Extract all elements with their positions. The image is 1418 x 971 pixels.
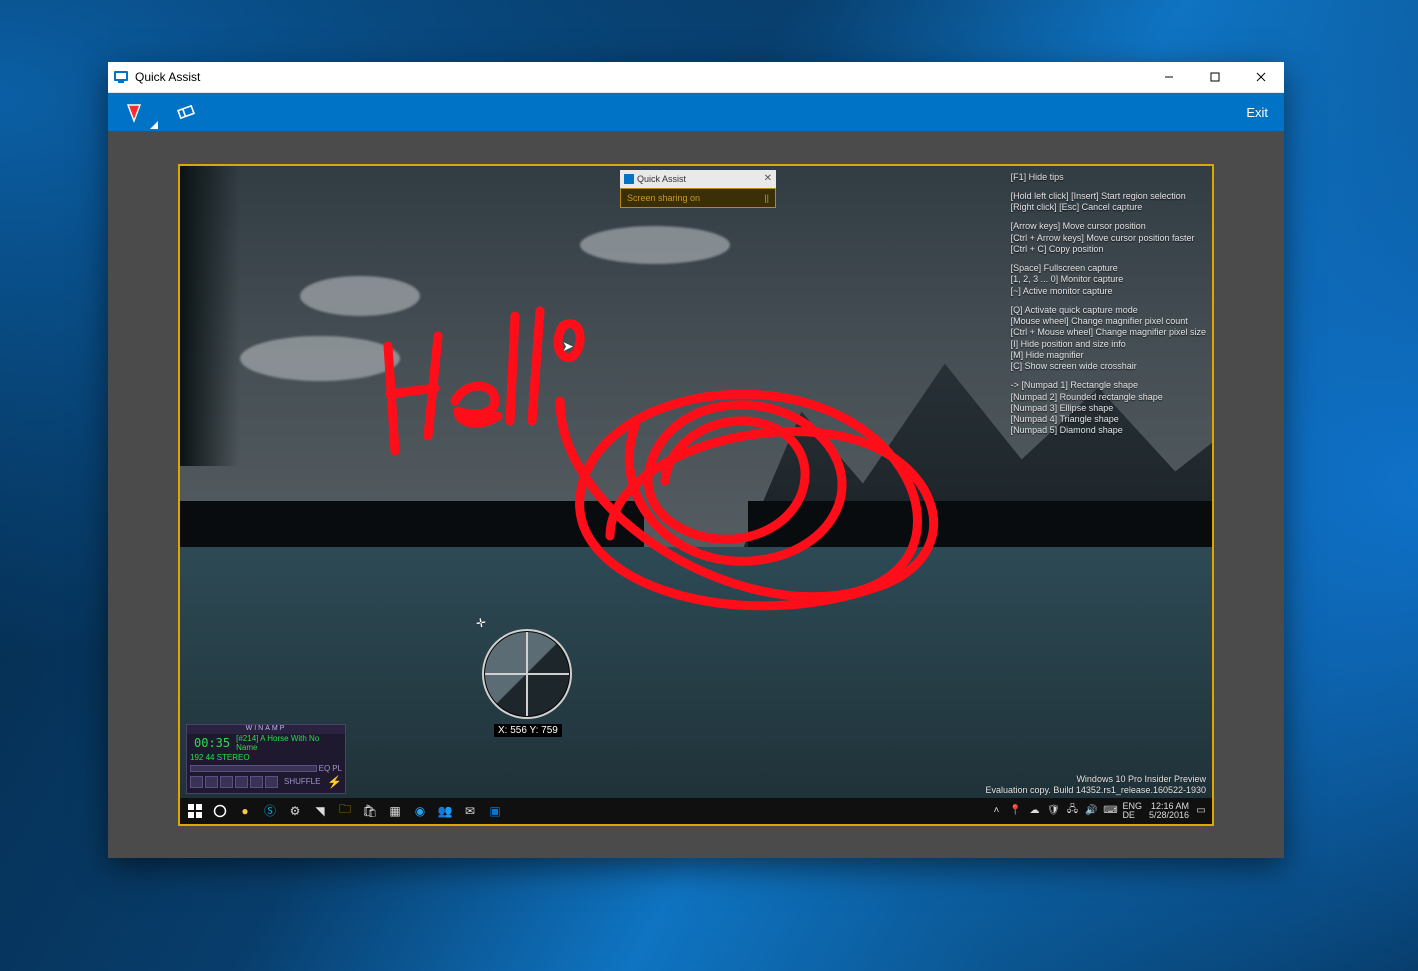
pause-sharing-button[interactable]: || — [764, 193, 769, 203]
magnifier-coords: X: 556 Y: 759 — [494, 724, 562, 737]
winamp-time: 00:35 — [190, 735, 234, 751]
winamp-pause-button[interactable] — [220, 776, 233, 788]
tip-line: [Hold left click] [Insert] Start region … — [1011, 191, 1206, 202]
winamp-player[interactable]: WINAMP 00:35 [#214] A Horse With No Name… — [186, 724, 346, 794]
people-icon[interactable]: 👥 — [434, 800, 456, 822]
exit-button[interactable]: Exit — [1230, 93, 1284, 131]
winamp-eq-button[interactable]: EQ — [319, 764, 331, 773]
tip-line: [Ctrl + Arrow keys] Move cursor position… — [1011, 233, 1206, 244]
tray-volume-icon[interactable]: 🔊 — [1084, 804, 1098, 818]
tip-line: -> [Numpad 1] Rectangle shape — [1011, 380, 1206, 391]
winamp-prev-button[interactable] — [190, 776, 203, 788]
close-button[interactable] — [1238, 62, 1284, 92]
app-icon — [113, 69, 129, 85]
tip-line: [Q] Activate quick capture mode — [1011, 305, 1206, 316]
tip-line: [Right click] [Esc] Cancel capture — [1011, 202, 1206, 213]
skype-icon[interactable]: Ⓢ — [259, 800, 281, 822]
winamp-play-button[interactable] — [205, 776, 218, 788]
start-button[interactable] — [184, 800, 206, 822]
tray-input-icon[interactable]: ⌨ — [1103, 804, 1117, 818]
wallpaper-cloud — [300, 276, 420, 316]
minimize-button[interactable] — [1146, 62, 1192, 92]
tip-line: [Arrow keys] Move cursor position — [1011, 221, 1206, 232]
winamp-track: [#214] A Horse With No Name — [236, 734, 342, 752]
winamp-pl-button[interactable]: PL — [332, 764, 342, 773]
capture-tips-overlay: [F1] Hide tips [Hold left click] [Insert… — [1011, 172, 1206, 445]
chrome-icon[interactable]: ● — [234, 800, 256, 822]
winamp-title: WINAMP — [187, 725, 345, 734]
tray-onedrive-icon[interactable]: ☁ — [1027, 804, 1041, 818]
tray-chevron-icon[interactable]: ˄ — [989, 804, 1003, 818]
pixel-magnifier — [482, 629, 572, 719]
content-area: Quick Assist ✕ Screen sharing on || [F1]… — [108, 131, 1284, 858]
tip-line: [Space] Fullscreen capture — [1011, 263, 1206, 274]
winamp-eject-button[interactable] — [265, 776, 278, 788]
tip-line: [F1] Hide tips — [1011, 172, 1206, 183]
watermark-line: Evaluation copy. Build 14352.rs1_release… — [986, 785, 1207, 796]
winamp-stop-button[interactable] — [235, 776, 248, 788]
windows-watermark: Windows 10 Pro Insider Preview Evaluatio… — [986, 774, 1207, 796]
mail-icon[interactable]: ✉ — [459, 800, 481, 822]
window-title: Quick Assist — [135, 70, 1146, 84]
remote-bar-title: Quick Assist — [637, 174, 686, 184]
remote-screen-viewport[interactable]: Quick Assist ✕ Screen sharing on || [F1]… — [178, 164, 1214, 826]
annotation-toolbar: Exit — [108, 93, 1284, 131]
tip-line: [Numpad 3] Ellipse shape — [1011, 403, 1206, 414]
tip-line: [Ctrl + C] Copy position — [1011, 244, 1206, 255]
pen-tool-button[interactable] — [108, 93, 160, 131]
winamp-shuffle-button[interactable]: SHUFFLE — [284, 777, 320, 786]
tray-location-icon[interactable]: 📍 — [1008, 804, 1022, 818]
cortana-button[interactable] — [209, 800, 231, 822]
tray-network-icon[interactable]: 🖧 — [1065, 804, 1079, 818]
tip-line: [~] Active monitor capture — [1011, 286, 1206, 297]
tip-line: [Numpad 4] Triangle shape — [1011, 414, 1206, 425]
remote-taskbar[interactable]: ● Ⓢ ⚙ ◥ 🗀 🛍 ▦ ◉ 👥 ✉ ▣ ˄ 📍 ☁ 🛡 🖧 🔊 — [180, 798, 1212, 824]
wallpaper-foreground-tree — [180, 166, 240, 466]
tray-lang2[interactable]: DE — [1122, 811, 1142, 820]
settings-icon[interactable]: ⚙ — [284, 800, 306, 822]
remote-bar-close-icon[interactable]: ✕ — [764, 173, 772, 184]
screen-sharing-status: Screen sharing on — [627, 193, 700, 203]
tray-date: 5/28/2016 — [1149, 811, 1189, 820]
titlebar[interactable]: Quick Assist — [108, 62, 1284, 93]
eraser-tool-button[interactable] — [160, 93, 212, 131]
tip-line: [Numpad 2] Rounded rectangle shape — [1011, 392, 1206, 403]
winamp-next-button[interactable] — [250, 776, 263, 788]
tip-line: [Numpad 5] Diamond shape — [1011, 425, 1206, 436]
tray-clock[interactable]: 12:16 AM 5/28/2016 — [1149, 802, 1189, 820]
wallpaper-cloud — [580, 226, 730, 264]
action-center-icon[interactable]: ▭ — [1194, 804, 1208, 818]
winamp-seekbar[interactable] — [190, 765, 317, 772]
quick-assist-taskbar-icon[interactable]: ▣ — [484, 800, 506, 822]
maximize-button[interactable] — [1192, 62, 1238, 92]
tip-line: [I] Hide position and size info — [1011, 339, 1206, 350]
tip-line: [Ctrl + Mouse wheel] Change magnifier pi… — [1011, 327, 1206, 338]
tray-defender-icon[interactable]: 🛡 — [1046, 804, 1060, 818]
store-icon[interactable]: 🛍 — [359, 800, 381, 822]
quick-assist-window: Quick Assist Exit — [108, 62, 1284, 858]
groove-icon[interactable]: ◉ — [409, 800, 431, 822]
app-icon — [624, 174, 634, 184]
remote-cursor-icon: ➤ — [562, 338, 574, 355]
calculator-icon[interactable]: ▦ — [384, 800, 406, 822]
winamp-rate: 192 44 STEREO — [190, 753, 250, 762]
remote-quick-assist-bar: Quick Assist ✕ Screen sharing on || — [620, 170, 776, 208]
wallpaper-cloud — [240, 336, 400, 381]
tip-line: [1, 2, 3 ... 0] Monitor capture — [1011, 274, 1206, 285]
tip-line: [M] Hide magnifier — [1011, 350, 1206, 361]
file-explorer-icon[interactable]: 🗀 — [334, 800, 356, 822]
tip-line: [Mouse wheel] Change magnifier pixel cou… — [1011, 316, 1206, 327]
steam-icon[interactable]: ◥ — [309, 800, 331, 822]
tip-line: [C] Show screen wide crosshair — [1011, 361, 1206, 372]
watermark-line: Windows 10 Pro Insider Preview — [986, 774, 1207, 785]
